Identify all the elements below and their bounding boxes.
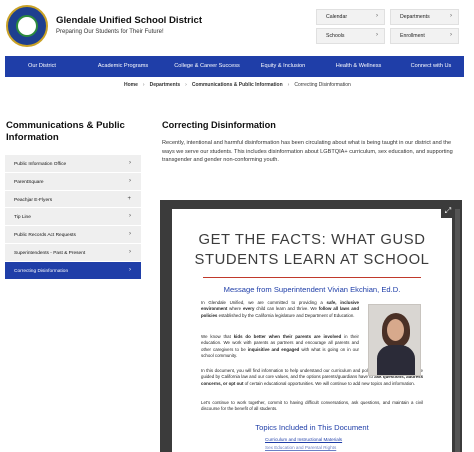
nav-item-health-wellness[interactable]: Health & Wellness	[319, 56, 398, 77]
district-logo[interactable]	[6, 5, 48, 47]
flyer-message-title: Message from Superintendent Vivian Ekchi…	[223, 285, 401, 294]
photo-body	[377, 345, 415, 375]
flyer-bold-text: kids do better when their parents are in…	[233, 334, 342, 339]
topics-title: Topics Included in This Document	[255, 423, 369, 432]
breadcrumb: Home › Departments › Communications & Pu…	[124, 82, 351, 88]
nav-item-equity-inclusion[interactable]: Equity & Inclusion	[247, 56, 319, 77]
breadcrumb-separator: ›	[287, 82, 290, 88]
flyer-bold-text: every	[242, 306, 255, 312]
sidebar-item-label: Tip Line	[14, 215, 31, 221]
flyer-text: of certain educational opportunities. We…	[243, 380, 415, 386]
sidebar-item-correcting-disinformation[interactable]: Correcting Disinformation ›	[5, 261, 141, 280]
chevron-right-icon: ›	[129, 160, 131, 166]
chevron-right-icon: ›	[129, 266, 131, 273]
flyer-text: Let's continue to work together, commit …	[201, 400, 423, 412]
sidebar-item-label: Public Records Act Requests	[14, 233, 76, 239]
expand-plus-icon[interactable]: +	[127, 196, 131, 202]
chevron-right-icon: ›	[376, 32, 378, 38]
flyer-paragraph: In Glendale Unified, we are committed to…	[201, 300, 359, 319]
breadcrumb-separator: ›	[185, 82, 187, 88]
sidebar-menu: Public Information Office › ParentSquare…	[5, 155, 141, 280]
flyer-divider	[203, 277, 421, 278]
quick-link-label: Departments	[400, 14, 430, 20]
photo-face	[387, 319, 404, 341]
viewer-scrollbar[interactable]	[455, 209, 460, 452]
chevron-right-icon: ›	[129, 177, 131, 184]
flyer-text: established by the California legislatur…	[217, 312, 355, 318]
chevron-right-icon: ›	[376, 13, 378, 19]
flyer-paragraph: Let's continue to work together, commit …	[201, 400, 423, 413]
breadcrumb-departments[interactable]: Departments	[150, 82, 181, 88]
breadcrumb-home[interactable]: Home	[124, 82, 138, 88]
expand-icon[interactable]: ⤢	[441, 204, 455, 218]
chevron-right-icon: ›	[450, 32, 452, 38]
quick-link-departments[interactable]: Departments ›	[390, 9, 459, 25]
topic-link-sex-education[interactable]: Sex Education and Parental Rights	[265, 445, 336, 450]
sidebar-item-peachjar[interactable]: Peachjar E-Flyers +	[5, 190, 141, 209]
district-seal-icon	[16, 15, 38, 37]
sidebar-title: Communications & Public Information	[6, 120, 125, 143]
flyer-text: where	[227, 306, 243, 312]
nav-item-academic-programs[interactable]: Academic Programs	[79, 56, 167, 77]
nav-item-our-district[interactable]: Our District	[5, 56, 79, 77]
nav-item-college-career[interactable]: College & Career Success	[167, 56, 247, 77]
chevron-right-icon: ›	[450, 13, 452, 19]
quick-link-label: Enrollment	[400, 33, 425, 39]
breadcrumb-current: Correcting Disinformation	[294, 82, 351, 88]
quick-link-schools[interactable]: Schools ›	[316, 28, 385, 44]
district-name[interactable]: Glendale Unified School District	[56, 15, 202, 26]
chevron-right-icon: ›	[129, 248, 131, 255]
sidebar-item-label: Public Information Office	[14, 162, 67, 167]
superintendent-photo	[368, 304, 421, 376]
chevron-right-icon: ›	[129, 231, 131, 238]
flyer-paragraph: We know that kids do better when their p…	[201, 334, 359, 359]
breadcrumb-communications[interactable]: Communications & Public Information	[192, 82, 283, 88]
page-title: Correcting Disinformation	[162, 120, 276, 130]
district-tagline: Preparing Our Students for Their Future!	[56, 29, 164, 35]
intro-paragraph: Recently, intentional and harmful disinf…	[162, 140, 453, 164]
flyer-bold-text: inquisitive and engaged	[247, 346, 300, 352]
sidebar-item-superintendents[interactable]: Superintendents - Past & Present ›	[5, 243, 141, 262]
quick-link-calendar[interactable]: Calendar ›	[316, 9, 385, 25]
sidebar-item-public-information-office[interactable]: Public Information Office ›	[5, 155, 141, 173]
quick-link-enrollment[interactable]: Enrollment ›	[390, 28, 459, 44]
quick-link-label: Calendar	[326, 14, 348, 20]
breadcrumb-separator: ›	[142, 82, 145, 88]
main-nav: Our District Academic Programs College &…	[5, 56, 464, 77]
sidebar-item-tip-line[interactable]: Tip Line ›	[5, 208, 141, 227]
topic-link-curriculum[interactable]: Curriculum and Instructional Materials	[265, 437, 342, 442]
chevron-right-icon: ›	[129, 213, 131, 220]
sidebar-item-parentsquare[interactable]: ParentSquare ›	[5, 172, 141, 191]
flyer-text: child can learn and thrive. We	[254, 306, 319, 312]
sidebar-item-label: Superintendents - Past & Present	[14, 250, 86, 256]
site-header: Glendale Unified School District Prepari…	[0, 0, 474, 55]
flyer-text: In Glendale Unified, we are committed to…	[201, 300, 327, 305]
sidebar-item-public-records[interactable]: Public Records Act Requests ›	[5, 226, 141, 244]
nav-item-connect[interactable]: Connect with Us	[398, 56, 464, 77]
flyer-headline: GET THE FACTS: WHAT GUSD STUDENTS LEARN …	[194, 232, 430, 268]
quick-link-label: Schools	[326, 33, 345, 39]
flyer-text: We know that	[201, 334, 234, 339]
sidebar-item-label: ParentSquare	[14, 179, 44, 185]
sidebar-item-label: Correcting Disinformation	[14, 268, 69, 274]
sidebar-item-label: Peachjar E-Flyers	[14, 197, 53, 203]
